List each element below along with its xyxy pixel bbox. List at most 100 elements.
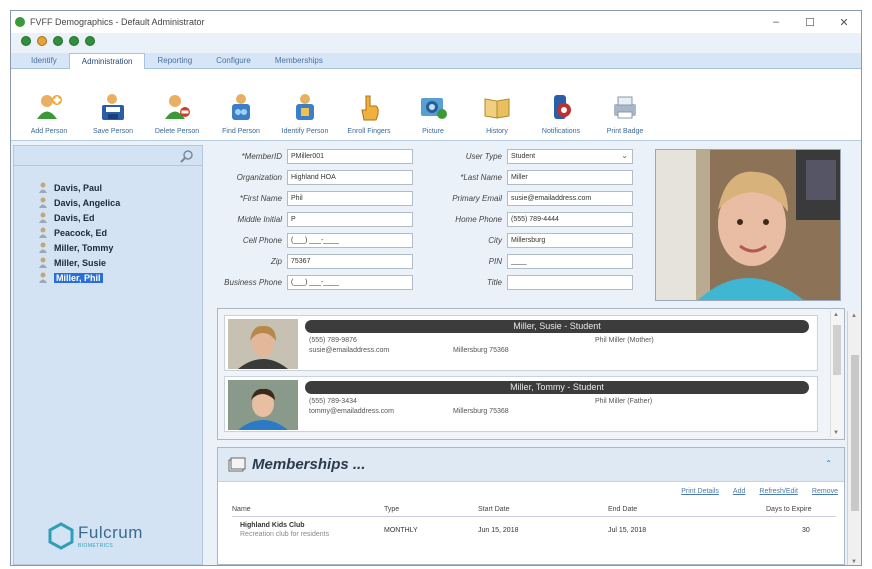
field-label: Zip xyxy=(270,257,282,266)
person-name: Miller, Tommy xyxy=(54,242,114,253)
remove-link[interactable]: Remove xyxy=(812,488,838,495)
search-icon[interactable] xyxy=(180,149,194,163)
field-label: PIN xyxy=(488,257,502,266)
quick-access-icon[interactable] xyxy=(69,36,79,46)
cell-phone-field[interactable]: (___) ___-____ xyxy=(287,233,413,248)
print-badge-button[interactable]: Print Badge xyxy=(593,69,657,141)
history-button[interactable]: History xyxy=(465,69,529,141)
contact-card[interactable]: Miller, Tommy - Student (555) 789-3434 t… xyxy=(224,376,818,432)
contact-relation: Phil Miller (Mother) xyxy=(595,337,654,344)
middle-initial-field[interactable]: P xyxy=(287,212,413,227)
add-link[interactable]: Add xyxy=(733,488,745,495)
quick-access-icon[interactable] xyxy=(85,36,95,46)
quick-access-icon[interactable] xyxy=(53,36,63,46)
scroll-up-icon[interactable]: ▲ xyxy=(833,312,839,318)
window-controls: – ☐ ✕ xyxy=(759,11,861,33)
fulcrum-logo: Fulcrum BIOMETRICS xyxy=(48,522,143,550)
tab-identify[interactable]: Identify xyxy=(19,53,69,69)
membership-description: Recreation club for residents xyxy=(240,531,330,538)
list-item[interactable]: Davis, Angelica xyxy=(38,195,202,210)
field-label: *MemberID xyxy=(241,152,282,161)
person-icon xyxy=(39,272,47,283)
list-item[interactable]: Peacock, Ed xyxy=(38,225,202,240)
ribbon-label: Print Badge xyxy=(606,128,644,135)
scroll-down-icon[interactable]: ▼ xyxy=(851,559,857,565)
list-item-selected[interactable]: Miller, Phil xyxy=(38,270,202,285)
notifications-icon xyxy=(554,95,571,119)
zip-field[interactable]: 75367 xyxy=(287,254,413,269)
contact-relation: Phil Miller (Father) xyxy=(595,398,653,405)
list-item[interactable]: Davis, Paul xyxy=(38,180,202,195)
person-form: *MemberID PMiller001 Organization Highland… xyxy=(209,147,649,305)
people-list: Davis, Paul Davis, Angelica Davis, Ed Pe… xyxy=(14,166,202,285)
person-photo[interactable] xyxy=(655,149,841,301)
scroll-down-icon[interactable]: ▼ xyxy=(833,430,839,436)
quick-access-icon[interactable] xyxy=(21,36,31,46)
contact-photo-image xyxy=(228,380,298,430)
member-id-field[interactable]: PMiller001 xyxy=(287,149,413,164)
ribbon-label: Notifications xyxy=(541,128,581,135)
person-name: Miller, Phil xyxy=(54,272,103,283)
form-row: City Millersburg xyxy=(431,233,633,248)
home-phone-field[interactable]: (555) 789-4444 xyxy=(507,212,633,227)
add-person-button[interactable]: Add Person xyxy=(17,69,81,141)
city-field[interactable]: Millersburg xyxy=(507,233,633,248)
organization-field[interactable]: Highland HOA xyxy=(287,170,413,185)
add-person-icon xyxy=(37,95,62,119)
membership-name: Highland Kids Club xyxy=(240,522,305,529)
print-details-link[interactable]: Print Details xyxy=(681,488,719,495)
last-name-field[interactable]: Miller xyxy=(507,170,633,185)
tab-configure[interactable]: Configure xyxy=(204,53,263,69)
list-item[interactable]: Miller, Tommy xyxy=(38,240,202,255)
memberships-icon xyxy=(228,457,246,471)
ribbon-label: History xyxy=(486,128,508,135)
close-button[interactable]: ✕ xyxy=(827,11,861,33)
contacts-scrollbar[interactable]: ▲ ▼ xyxy=(830,311,842,437)
list-item[interactable]: Davis, Ed xyxy=(38,210,202,225)
quick-access-icon[interactable] xyxy=(37,36,47,46)
form-row: Middle Initial P xyxy=(209,212,413,227)
scrollbar-thumb[interactable] xyxy=(833,325,841,375)
delete-person-button[interactable]: Delete Person xyxy=(145,69,209,141)
minimize-button[interactable]: – xyxy=(759,11,793,33)
user-type-select[interactable]: Student xyxy=(507,149,633,164)
ribbon-label: Picture xyxy=(422,128,444,135)
contact-card[interactable]: Miller, Susie - Student (555) 789-9876 s… xyxy=(224,315,818,371)
tab-memberships[interactable]: Memberships xyxy=(263,53,335,69)
memberships-header: Memberships ... ⌃ xyxy=(218,448,844,482)
find-person-button[interactable]: Find Person xyxy=(209,69,273,141)
ribbon-label: Delete Person xyxy=(154,128,200,135)
enroll-fingers-button[interactable]: Enroll Fingers xyxy=(337,69,401,141)
membership-end-date: Jul 15, 2018 xyxy=(608,527,647,534)
collapse-icon[interactable]: ⌃ xyxy=(825,459,832,468)
ribbon-label: Find Person xyxy=(222,128,260,135)
tab-administration[interactable]: Administration xyxy=(68,53,146,69)
business-phone-field[interactable]: (___) ___-____ xyxy=(287,275,413,290)
pin-field[interactable]: ____ xyxy=(507,254,633,269)
app-icon xyxy=(15,17,25,27)
person-icon xyxy=(39,182,47,193)
memberships-title: Memberships ... xyxy=(252,456,366,473)
enroll-fingers-icon xyxy=(361,95,379,121)
title-field[interactable] xyxy=(507,275,633,290)
field-label: Title xyxy=(486,278,502,287)
main-scrollbar[interactable]: ▲ ▼ xyxy=(847,311,861,565)
notifications-button[interactable]: Notifications xyxy=(529,69,593,141)
picture-button[interactable]: Picture xyxy=(401,69,465,141)
primary-email-field[interactable]: susie@emailaddress.com xyxy=(507,191,633,206)
maximize-button[interactable]: ☐ xyxy=(793,11,827,33)
form-row: Cell Phone (___) ___-____ xyxy=(209,233,413,248)
scrollbar-thumb[interactable] xyxy=(851,355,859,511)
first-name-field[interactable]: Phil xyxy=(287,191,413,206)
scroll-up-icon[interactable]: ▲ xyxy=(851,313,857,319)
save-person-button[interactable]: Save Person xyxy=(81,69,145,141)
form-row: *First Name Phil xyxy=(209,191,413,206)
list-item[interactable]: Miller, Susie xyxy=(38,255,202,270)
identify-person-button[interactable]: Identify Person xyxy=(273,69,337,141)
ribbon-label: Identify Person xyxy=(281,128,329,135)
form-row: *MemberID PMiller001 xyxy=(209,149,413,164)
quick-access-toolbar xyxy=(21,36,95,46)
form-row: Title xyxy=(431,275,633,290)
refresh-edit-link[interactable]: Refresh/Edit xyxy=(759,488,798,495)
tab-reporting[interactable]: Reporting xyxy=(145,53,204,69)
